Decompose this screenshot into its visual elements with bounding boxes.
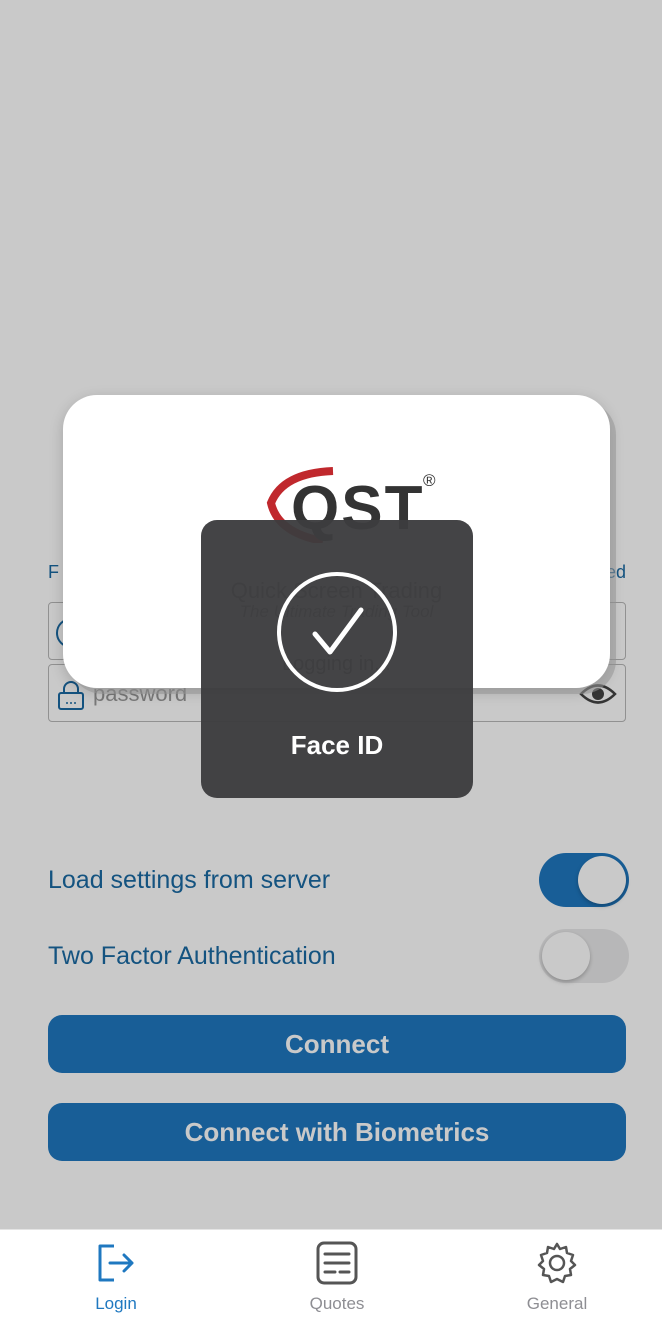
tab-general-label: General [526,1294,588,1313]
quotes-icon [316,1241,358,1285]
tab-quotes-label: Quotes [309,1294,365,1313]
tab-bar: Login Quotes General [0,1229,662,1336]
gear-icon [537,1242,577,1284]
checkmark-icon [277,572,397,692]
login-icon [98,1244,134,1282]
registered-mark: ® [423,471,436,490]
tab-general[interactable]: General [497,1240,617,1330]
tab-login-label: Login [95,1294,137,1313]
app-screen: F ed password Load settings from server … [0,0,662,1336]
face-id-hud: Face ID [201,520,473,798]
tab-login[interactable]: Login [56,1240,176,1330]
face-id-label: Face ID [290,730,384,760]
tab-quotes[interactable]: Quotes [277,1240,397,1330]
